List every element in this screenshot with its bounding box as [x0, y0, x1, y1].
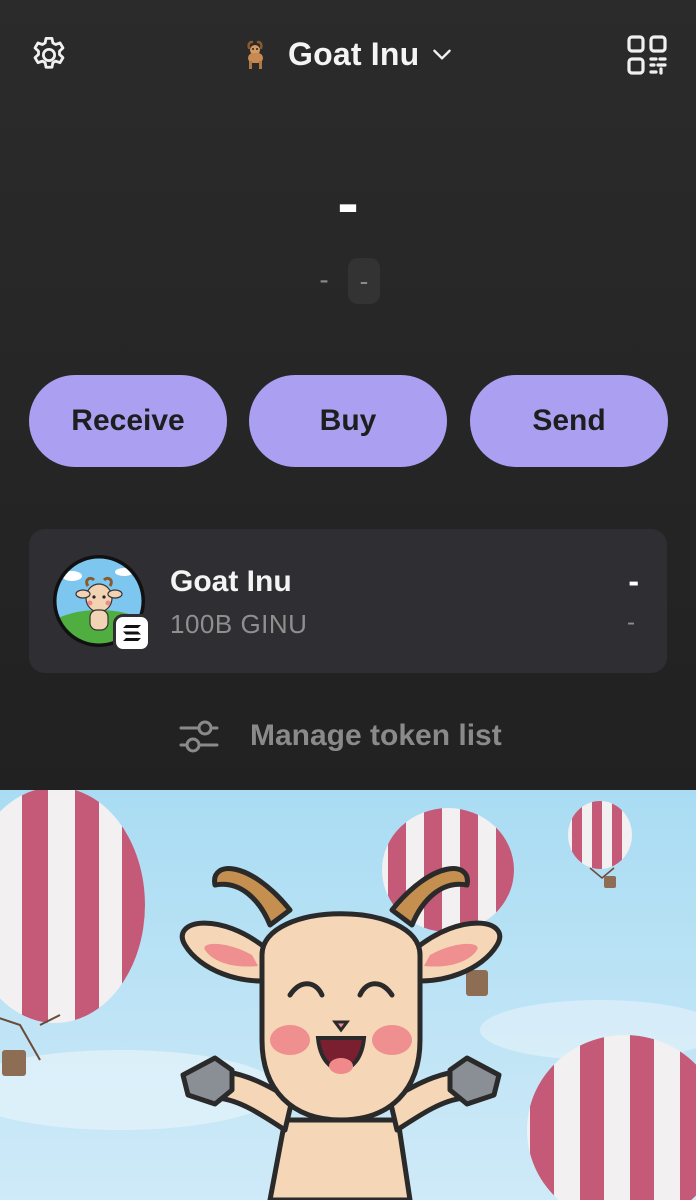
manage-token-list-button[interactable]: Manage token list — [178, 712, 502, 760]
token-value: - — [628, 563, 639, 599]
account-selector[interactable]: Goat Inu — [238, 30, 455, 78]
receive-button[interactable]: Receive — [29, 375, 227, 467]
header: Goat Inu — [0, 0, 696, 110]
token-row-goat-inu[interactable]: Goat Inu 100B GINU - - — [29, 529, 667, 673]
solana-icon — [113, 614, 151, 652]
balance-change: - - — [0, 258, 696, 304]
buy-button[interactable]: Buy — [249, 375, 447, 467]
token-change: - — [627, 609, 635, 636]
manage-token-list-label: Manage token list — [250, 719, 502, 752]
balance-change-percent: - — [348, 258, 380, 304]
goat-balloons-banner — [0, 790, 696, 1200]
gear-icon[interactable] — [28, 34, 70, 76]
balance-change-usd: - — [319, 264, 329, 295]
qr-code-icon[interactable] — [626, 34, 668, 76]
sliders-icon — [179, 720, 219, 753]
total-balance: - — [337, 167, 359, 239]
goat-emoji-icon — [247, 40, 263, 69]
wallet-home: Goat Inu - - - Receive Buy Send Goat Inu… — [0, 0, 696, 790]
chevron-down-icon — [433, 49, 452, 60]
account-name: Goat Inu — [288, 35, 420, 72]
send-button[interactable]: Send — [470, 375, 668, 467]
token-name: Goat Inu — [170, 565, 292, 598]
token-amount: 100B GINU — [170, 609, 308, 639]
